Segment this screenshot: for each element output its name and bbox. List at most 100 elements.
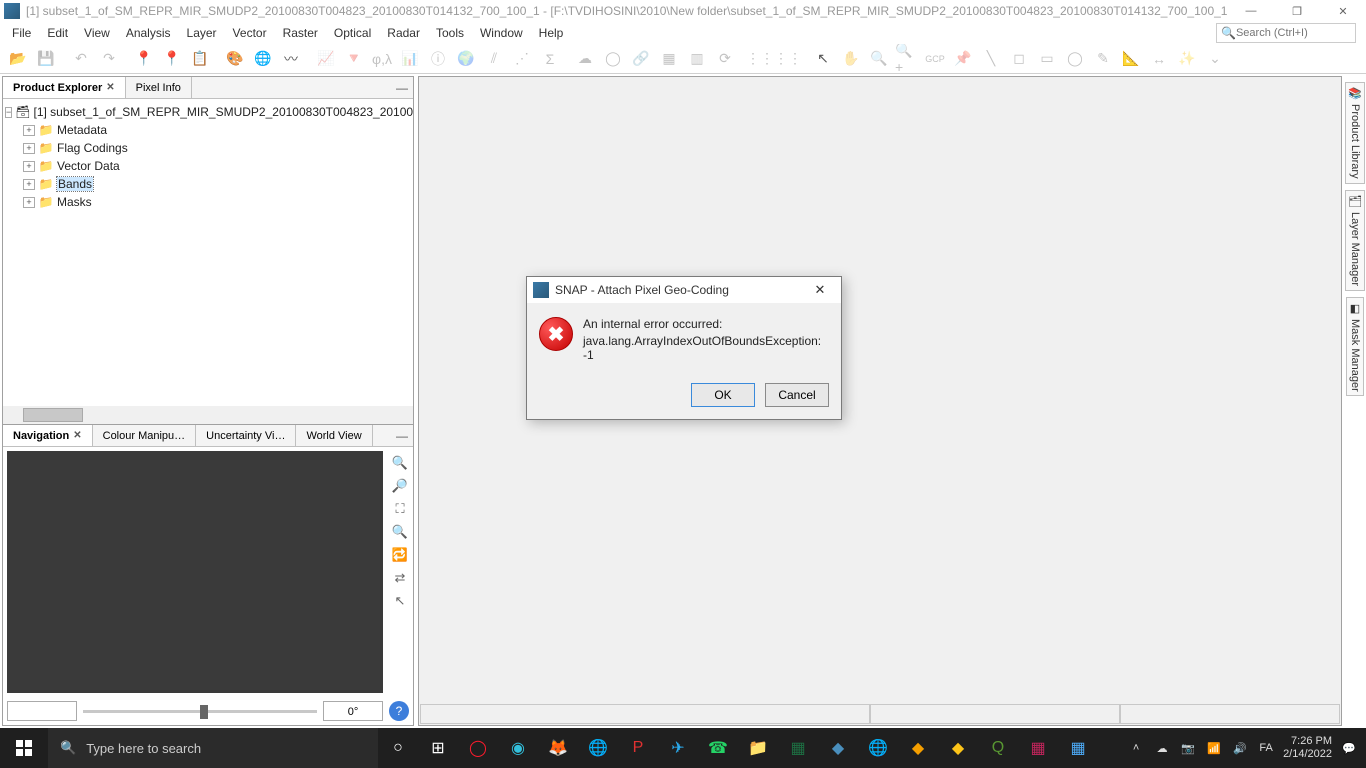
ok-button[interactable]: OK — [691, 383, 755, 407]
pin2-icon[interactable]: 📍 — [160, 47, 184, 71]
zoom-in-icon[interactable]: 🔍 — [390, 453, 410, 473]
tab-navigation[interactable]: Navigation ✕ — [3, 425, 93, 446]
menu-optical[interactable]: Optical — [326, 24, 379, 42]
global-search-input[interactable] — [1236, 27, 1351, 39]
zoom-actual-icon[interactable]: 🔍 — [390, 522, 410, 542]
dialog-close-button[interactable]: ✕ — [805, 282, 835, 298]
product-tree[interactable]: − 🗃 [1] subset_1_of_SM_REPR_MIR_SMUDP2_2… — [3, 99, 413, 406]
palette-icon[interactable]: 🎨 — [223, 47, 247, 71]
pointer-icon[interactable]: ↖ — [811, 47, 835, 71]
zoom-plus-icon[interactable]: 🔍+ — [895, 47, 919, 71]
telegram-icon[interactable]: ✈ — [658, 728, 698, 768]
minimize-button[interactable]: — — [1228, 0, 1274, 22]
app-icon[interactable]: ▦ — [1058, 728, 1098, 768]
whatsapp-icon[interactable]: ☎ — [698, 728, 738, 768]
dialog-titlebar[interactable]: SNAP - Attach Pixel Geo-Coding ✕ — [527, 277, 841, 303]
menu-vector[interactable]: Vector — [225, 24, 275, 42]
info-icon[interactable]: ⓘ — [426, 47, 450, 71]
scatter-icon[interactable]: ⋰ — [510, 47, 534, 71]
draw-ellipse-icon[interactable]: ◯ — [1063, 47, 1087, 71]
draw-path-icon[interactable]: ✎ — [1091, 47, 1115, 71]
tree-node-masks[interactable]: + 📁 Masks — [5, 193, 411, 211]
task-view-icon[interactable]: ⊞ — [418, 728, 458, 768]
gcp-icon[interactable]: GCP — [923, 47, 947, 71]
expand-icon[interactable]: + — [23, 197, 35, 208]
expand-icon[interactable]: + — [23, 125, 35, 136]
menu-analysis[interactable]: Analysis — [118, 24, 179, 42]
dots2-icon[interactable]: ⋮⋮ — [776, 47, 800, 71]
wave-icon[interactable]: 〰 — [279, 47, 303, 71]
collapse-icon[interactable]: − — [5, 107, 12, 118]
tab-product-explorer[interactable]: Product Explorer ✕ — [3, 77, 126, 98]
app-icon[interactable]: ◆ — [898, 728, 938, 768]
arcgis-icon[interactable]: 🌐 — [858, 728, 898, 768]
tree-node-flag-codings[interactable]: + 📁 Flag Codings — [5, 139, 411, 157]
pin-icon[interactable]: 📍 — [132, 47, 156, 71]
draw-poly-icon[interactable]: ◻ — [1007, 47, 1031, 71]
app-icon[interactable]: ▦ — [1018, 728, 1058, 768]
tree-horizontal-scrollbar[interactable] — [3, 406, 413, 424]
cortana-icon[interactable]: ○ — [378, 728, 418, 768]
sync-views-icon[interactable]: ⇄ — [390, 568, 410, 588]
tab-colour-manipulation[interactable]: Colour Manipu… — [93, 425, 197, 446]
sync-icon[interactable]: ⟳ — [713, 47, 737, 71]
menu-file[interactable]: File — [4, 24, 39, 42]
globe2-icon[interactable]: 🌍 — [454, 47, 478, 71]
app-p-icon[interactable]: P — [618, 728, 658, 768]
dots-icon[interactable]: ⋮⋮ — [748, 47, 772, 71]
draw-line-icon[interactable]: ╲ — [979, 47, 1003, 71]
snap-taskbar-icon[interactable]: ◆ — [818, 728, 858, 768]
hand-icon[interactable]: ✋ — [839, 47, 863, 71]
firefox-icon[interactable]: 🦊 — [538, 728, 578, 768]
chevron-down-icon[interactable]: ⌄ — [1203, 47, 1227, 71]
meet-now-icon[interactable]: 📷 — [1179, 742, 1197, 755]
pin-list-icon[interactable]: 📋 — [188, 47, 212, 71]
expand-icon[interactable]: + — [23, 143, 35, 154]
redo-icon[interactable]: ↷ — [97, 47, 121, 71]
phi-lambda-icon[interactable]: φ,λ — [370, 47, 394, 71]
blob-icon[interactable]: ◯ — [601, 47, 625, 71]
tree-root[interactable]: − 🗃 [1] subset_1_of_SM_REPR_MIR_SMUDP2_2… — [5, 103, 411, 121]
grid-h-icon[interactable]: ▦ — [657, 47, 681, 71]
volume-icon[interactable]: 🔊 — [1231, 742, 1249, 755]
menu-window[interactable]: Window — [472, 24, 531, 42]
qgis-icon[interactable]: Q — [978, 728, 1018, 768]
expand-icon[interactable]: + — [23, 179, 35, 190]
chevron-up-icon[interactable]: ˄ — [1127, 742, 1145, 754]
slider-knob[interactable] — [200, 705, 208, 719]
onedrive-icon[interactable]: ☁ — [1153, 742, 1171, 755]
wand-icon[interactable]: ✨ — [1175, 47, 1199, 71]
chart-icon[interactable]: 📈 — [314, 47, 338, 71]
excel-icon[interactable]: ▦ — [778, 728, 818, 768]
navigation-canvas[interactable] — [7, 451, 383, 693]
side-tab-mask-manager[interactable]: ◧ Mask Manager — [1346, 297, 1364, 397]
range-icon[interactable]: ↔ — [1147, 47, 1171, 71]
zoom-fit-icon[interactable]: ⛶ — [390, 499, 410, 519]
close-icon[interactable]: ✕ — [106, 82, 114, 93]
expand-icon[interactable]: + — [23, 161, 35, 172]
tab-pixel-info[interactable]: Pixel Info — [126, 77, 192, 98]
file-explorer-icon[interactable]: 📁 — [738, 728, 778, 768]
menu-view[interactable]: View — [76, 24, 118, 42]
link-icon[interactable]: 🔗 — [629, 47, 653, 71]
menu-radar[interactable]: Radar — [379, 24, 428, 42]
taskbar-clock[interactable]: 7:26 PM 2/14/2022 — [1283, 735, 1332, 761]
side-tab-product-library[interactable]: 📚 Product Library — [1345, 82, 1365, 184]
histogram-icon[interactable]: 📊 — [398, 47, 422, 71]
cancel-button[interactable]: Cancel — [765, 383, 829, 407]
pin-tool-icon[interactable]: 📌 — [951, 47, 975, 71]
cloud-icon[interactable]: ☁ — [573, 47, 597, 71]
app-icon[interactable]: ◆ — [938, 728, 978, 768]
start-button[interactable] — [0, 728, 48, 768]
zoom-out-icon[interactable]: 🔎 — [390, 476, 410, 496]
window-close-button[interactable]: ✕ — [1320, 0, 1366, 22]
chrome-icon[interactable]: 🌐 — [578, 728, 618, 768]
panel-minimize-button[interactable]: — — [391, 425, 413, 446]
rotation-value[interactable]: 0° — [323, 701, 383, 721]
cursor-sync-icon[interactable]: ↖ — [390, 591, 410, 611]
scrollbar-thumb[interactable] — [23, 408, 83, 422]
language-indicator[interactable]: FA — [1257, 742, 1275, 754]
tree-node-vector-data[interactable]: + 📁 Vector Data — [5, 157, 411, 175]
tree-node-metadata[interactable]: + 📁 Metadata — [5, 121, 411, 139]
sigma-icon[interactable]: Σ — [538, 47, 562, 71]
